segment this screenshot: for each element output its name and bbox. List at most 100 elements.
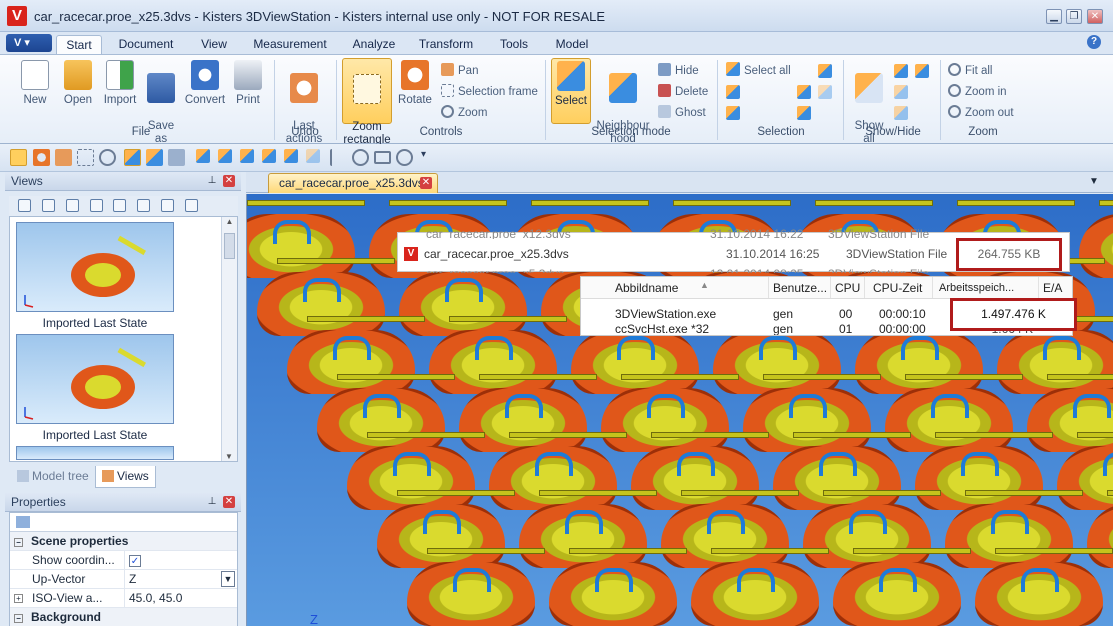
tab-start[interactable]: Start bbox=[56, 35, 102, 54]
race-car-model[interactable] bbox=[915, 446, 1043, 510]
document-tab[interactable]: car_racecar.proe_x25.3dvs bbox=[268, 173, 438, 193]
cube-icon[interactable] bbox=[262, 149, 279, 166]
zoom-out-button[interactable]: Zoom out bbox=[948, 104, 1014, 122]
neighbourhood-button[interactable]: Neighbour hood bbox=[595, 58, 651, 145]
select-icon[interactable] bbox=[124, 149, 141, 166]
previous-view-icon[interactable] bbox=[90, 199, 103, 212]
race-car-model[interactable] bbox=[833, 562, 961, 626]
race-car-model[interactable] bbox=[773, 446, 901, 510]
zoom-rectangle-icon[interactable] bbox=[10, 149, 27, 166]
neighbourhood-icon[interactable] bbox=[146, 149, 163, 166]
tab-analyze[interactable]: Analyze bbox=[346, 35, 402, 54]
view-thumbnail[interactable] bbox=[16, 222, 174, 312]
selection-frame-icon[interactable] bbox=[77, 149, 94, 166]
car-rear-wing[interactable] bbox=[711, 548, 829, 554]
race-car-model[interactable] bbox=[743, 388, 871, 452]
zoom-icon[interactable] bbox=[99, 149, 116, 166]
open-button[interactable]: Open bbox=[58, 58, 98, 124]
race-car-model[interactable] bbox=[601, 388, 729, 452]
scene-properties-section[interactable]: − Scene properties bbox=[10, 532, 237, 551]
property-pages-icon[interactable] bbox=[16, 516, 30, 528]
race-car-model[interactable] bbox=[1079, 214, 1113, 278]
cube-icon[interactable] bbox=[240, 149, 257, 166]
race-car-model[interactable] bbox=[1087, 504, 1113, 568]
car-rear-wing[interactable] bbox=[277, 258, 395, 264]
property-row[interactable]: + ISO-View a... 45.0, 45.0 bbox=[10, 589, 237, 608]
car-rear-wing[interactable] bbox=[427, 548, 545, 554]
chevron-down-icon[interactable]: ▼ bbox=[1089, 176, 1099, 187]
refresh-view-icon[interactable] bbox=[42, 199, 55, 212]
scroll-thumb[interactable] bbox=[224, 233, 235, 259]
last-actions-button[interactable]: Last actions bbox=[280, 58, 328, 145]
tab-document[interactable]: Document bbox=[111, 35, 181, 54]
cube-icon[interactable] bbox=[894, 106, 908, 120]
tab-measurement[interactable]: Measurement bbox=[247, 35, 333, 54]
cube-icon[interactable] bbox=[818, 85, 832, 99]
collapse-icon[interactable]: − bbox=[14, 538, 23, 547]
car-rear-wing[interactable] bbox=[815, 200, 933, 206]
race-car-model[interactable] bbox=[549, 562, 677, 626]
flag-icon[interactable] bbox=[330, 149, 347, 166]
zoom-button[interactable]: Zoom bbox=[441, 104, 487, 122]
close-panel-icon[interactable]: ✕ bbox=[223, 496, 235, 508]
close-document-icon[interactable]: ✕ bbox=[420, 177, 432, 189]
rotate-icon[interactable] bbox=[33, 149, 50, 166]
maximize-icon[interactable]: ❐ bbox=[1066, 9, 1082, 24]
cube-icon[interactable] bbox=[196, 149, 213, 166]
race-car-model[interactable] bbox=[945, 504, 1073, 568]
rotate-button[interactable]: Rotate bbox=[396, 58, 434, 124]
selection-frame-button[interactable]: Selection frame bbox=[441, 83, 538, 101]
save-as-button[interactable]: Save as bbox=[143, 58, 179, 145]
play-views-icon[interactable] bbox=[161, 199, 174, 212]
cube-icon[interactable] bbox=[894, 64, 908, 78]
tab-views[interactable]: Views bbox=[95, 466, 156, 488]
views-scrollbar[interactable]: ▲ ▼ bbox=[221, 217, 237, 461]
lasso-tool-icon[interactable] bbox=[396, 149, 413, 166]
cycle-views-icon[interactable] bbox=[185, 199, 198, 212]
property-row[interactable]: Show coordin... ✓ bbox=[10, 551, 237, 570]
car-rear-wing[interactable] bbox=[307, 316, 425, 322]
help-icon[interactable]: ? bbox=[1087, 35, 1101, 49]
minimize-icon[interactable]: ▁ bbox=[1046, 9, 1062, 24]
car-rear-wing[interactable] bbox=[1047, 374, 1113, 380]
car-rear-wing[interactable] bbox=[905, 374, 1023, 380]
property-row[interactable]: Up-Vector Z ▼ bbox=[10, 570, 237, 589]
car-rear-wing[interactable] bbox=[397, 490, 515, 496]
show-all-button[interactable]: Show all bbox=[850, 58, 888, 145]
new-button[interactable]: New bbox=[17, 58, 53, 124]
race-car-model[interactable] bbox=[571, 330, 699, 394]
car-rear-wing[interactable] bbox=[621, 374, 739, 380]
app-menu-button[interactable]: V ▾ bbox=[6, 34, 52, 52]
select-all-button[interactable]: Select all bbox=[726, 62, 791, 80]
race-car-model[interactable] bbox=[489, 446, 617, 510]
ghost-button[interactable]: Ghost bbox=[658, 104, 706, 122]
cube-icon[interactable] bbox=[894, 85, 908, 99]
hide-button[interactable]: Hide bbox=[658, 62, 699, 80]
collapse-icon[interactable]: − bbox=[14, 614, 23, 623]
car-rear-wing[interactable] bbox=[367, 432, 485, 438]
zoom-rectangle-button[interactable]: Zoom rectangle bbox=[342, 58, 392, 146]
car-rear-wing[interactable] bbox=[965, 490, 1083, 496]
pin-icon[interactable]: ⊥ bbox=[206, 496, 218, 508]
checkbox[interactable]: ✓ bbox=[129, 555, 141, 567]
cube-icon[interactable] bbox=[915, 64, 929, 78]
dropdown-arrow-icon[interactable]: ▼ bbox=[221, 571, 235, 587]
background-section[interactable]: − Background bbox=[10, 608, 237, 626]
race-car-model[interactable] bbox=[713, 330, 841, 394]
pin-icon[interactable]: ⊥ bbox=[206, 175, 218, 187]
car-rear-wing[interactable] bbox=[681, 490, 799, 496]
car-rear-wing[interactable] bbox=[957, 200, 1075, 206]
expand-icon[interactable]: + bbox=[14, 594, 23, 603]
race-car-model[interactable] bbox=[429, 330, 557, 394]
car-rear-wing[interactable] bbox=[247, 200, 365, 206]
car-rear-wing[interactable] bbox=[651, 432, 769, 438]
race-car-model[interactable] bbox=[347, 446, 475, 510]
tab-model-tree[interactable]: Model tree bbox=[11, 466, 95, 488]
race-car-model[interactable] bbox=[287, 330, 415, 394]
next-view-icon[interactable] bbox=[137, 199, 150, 212]
cube-icon[interactable] bbox=[218, 149, 235, 166]
car-rear-wing[interactable] bbox=[569, 548, 687, 554]
cube-icon[interactable] bbox=[818, 64, 832, 78]
fit-all-button[interactable]: Fit all bbox=[948, 62, 992, 80]
car-rear-wing[interactable] bbox=[389, 200, 507, 206]
